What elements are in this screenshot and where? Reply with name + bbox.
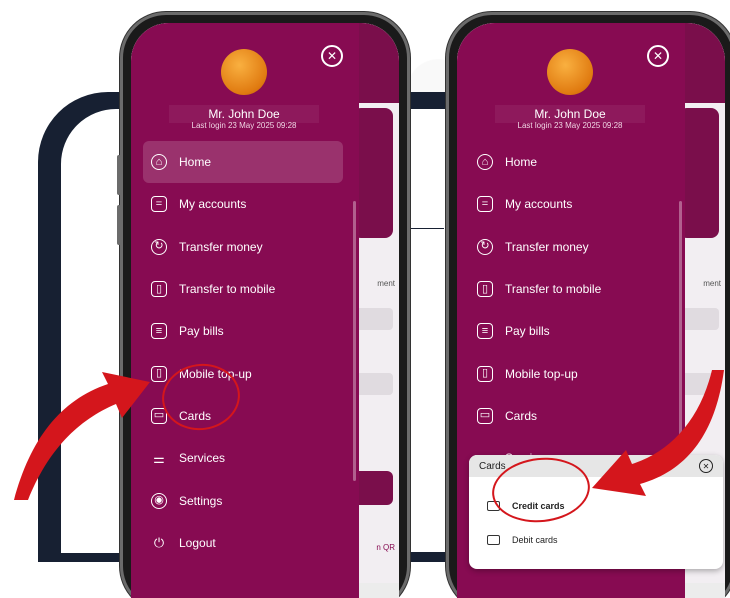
- arrow-right-shape: [592, 370, 724, 496]
- arrow-left: [14, 370, 724, 500]
- arrow-left-shape: [14, 372, 150, 500]
